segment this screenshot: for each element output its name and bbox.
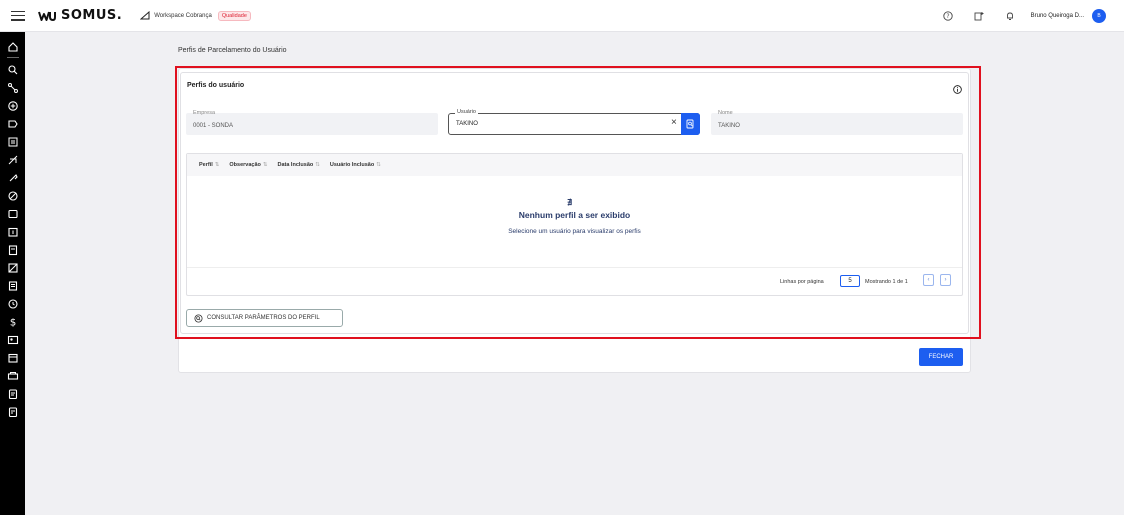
file-icon[interactable] (0, 385, 25, 403)
workspace-label: Workspace Cobrança (154, 12, 212, 19)
logo[interactable]: SOMUS. (38, 8, 122, 23)
top-bar: SOMUS. Workspace Cobrança Qualidade ? Br… (0, 0, 1124, 32)
sort-icon: ⇅ (214, 162, 220, 168)
close-button[interactable]: FECHAR (919, 348, 963, 366)
user-name[interactable]: Bruno Queiroga D... (1031, 13, 1084, 19)
empty-state-icon: ∄ (567, 198, 573, 207)
id-card-icon[interactable] (0, 331, 25, 349)
column-label: Usuário Inclusão (329, 162, 375, 168)
lookup-button[interactable] (681, 113, 700, 135)
box-slash-icon[interactable] (0, 259, 25, 277)
somus-logo-mark (38, 11, 56, 21)
wrench-icon[interactable] (0, 169, 25, 187)
usuario-label: Usuário (455, 109, 478, 115)
profiles-table: Perfil ⇅ Observação ⇅ Data Inclusão ⇅ Usuár… (186, 153, 963, 296)
info-icon[interactable] (953, 81, 962, 94)
svg-text:?: ? (946, 13, 949, 20)
search-document-icon (194, 313, 203, 323)
help-icon[interactable]: ? (940, 8, 956, 24)
column-label: Observação (229, 162, 261, 168)
wallet-icon[interactable] (0, 349, 25, 367)
column-perfil[interactable]: Perfil ⇅ (199, 162, 219, 168)
empty-state-subtitle: Selecione um usuário para visualizar os … (508, 228, 641, 235)
play-icon[interactable] (0, 115, 25, 133)
column-data-inclusao[interactable]: Data Inclusão ⇅ (277, 162, 319, 168)
consult-button-label: CONSULTAR PARÂMETROS DO PERFIL (207, 315, 320, 321)
consult-profile-params-button[interactable]: CONSULTAR PARÂMETROS DO PERFIL (186, 309, 343, 327)
column-label: Perfil (199, 162, 213, 168)
environment-badge: Qualidade (217, 10, 251, 21)
nome-label: Nome (718, 110, 733, 116)
sidebar-divider (6, 57, 19, 58)
rows-per-page-label: Linhas por página (780, 279, 824, 285)
table-header: Perfil ⇅ Observação ⇅ Data Inclusão ⇅ Usuár… (187, 154, 962, 176)
add-circle-icon[interactable] (0, 97, 25, 115)
empresa-value: 0001 - SONDA (193, 123, 234, 129)
topbar-actions: ? Bruno Queiroga D... B (940, 8, 1106, 24)
history-icon[interactable] (0, 295, 25, 313)
sort-icon: ⇅ (376, 162, 381, 168)
avatar-initial: B (1097, 13, 1101, 19)
table-footer: Linhas por página 5 Mostrando 1 de 1 ‹ › (187, 267, 962, 296)
home-icon[interactable] (0, 38, 25, 56)
document-icon[interactable] (0, 277, 25, 295)
prev-page-button[interactable]: ‹ (923, 274, 934, 286)
add-document-icon[interactable] (971, 8, 987, 24)
empresa-field: Empresa 0001 - SONDA (186, 110, 438, 135)
nome-value: TAKINO (718, 123, 740, 129)
pagination-status: Mostrando 1 de 1 (865, 279, 908, 285)
nome-field: Nome TAKINO (711, 110, 963, 135)
usuario-field[interactable]: Usuário TAKINO × (448, 109, 700, 135)
workspace-icon (140, 11, 150, 20)
network-icon[interactable] (0, 79, 25, 97)
svg-text:$: $ (9, 318, 15, 329)
column-label: Data Inclusão (277, 162, 314, 168)
slash-circle-icon[interactable] (0, 187, 25, 205)
empresa-label: Empresa (193, 110, 216, 116)
list-icon[interactable] (0, 133, 25, 151)
column-usuario-inclusao[interactable]: Usuário Inclusão ⇅ (330, 162, 381, 168)
next-page-button[interactable]: › (940, 274, 951, 286)
avatar[interactable]: B (1092, 9, 1106, 23)
sort-icon: ⇅ (315, 162, 320, 168)
bell-icon[interactable] (1002, 8, 1018, 24)
logo-text: SOMUS. (61, 8, 123, 23)
empty-state-title: Nenhum perfil a ser exibido (518, 210, 631, 220)
column-observacao[interactable]: Observação ⇅ (229, 162, 267, 168)
sidebar: $ (0, 32, 25, 515)
clear-icon[interactable]: × (671, 117, 677, 129)
clipboard-icon[interactable] (0, 241, 25, 259)
sort-icon: ⇅ (262, 162, 268, 168)
menu-icon[interactable] (11, 10, 25, 21)
rows-per-page-select[interactable]: 5 (840, 275, 860, 287)
lookup-icon (686, 119, 694, 129)
workspace-selector[interactable]: Workspace Cobrança (140, 11, 212, 20)
printer-icon[interactable] (0, 367, 25, 385)
search-icon[interactable] (0, 61, 25, 79)
calendar-icon[interactable] (0, 223, 25, 241)
no-sign-icon[interactable] (0, 151, 25, 169)
chat-icon[interactable] (0, 205, 25, 223)
page-title: Perfis de Parcelamento do Usuário (178, 47, 287, 54)
usuario-value[interactable]: TAKINO (456, 121, 478, 127)
card-title: Perfis do usuário (187, 82, 245, 89)
note-icon[interactable] (0, 403, 25, 421)
dollar-icon[interactable]: $ (0, 313, 25, 331)
